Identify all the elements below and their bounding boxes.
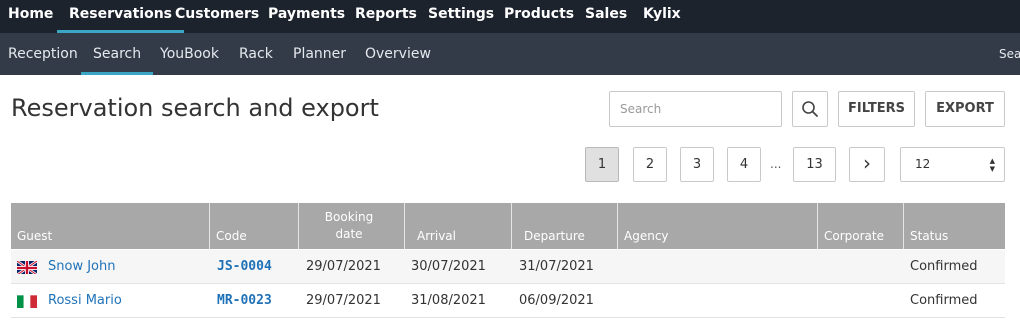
- column-header-status[interactable]: Status: [904, 203, 1005, 249]
- page-title: Reservation search and export: [11, 94, 379, 122]
- nav-item-reports[interactable]: Reports: [355, 0, 417, 33]
- column-header-booking-date[interactable]: Booking date: [299, 203, 405, 249]
- column-header-departure[interactable]: Departure: [512, 203, 618, 249]
- italy-flag-icon: [17, 294, 37, 308]
- sub-nav: Reception Search YouBook Rack Planner Ov…: [0, 33, 1020, 75]
- arrival-cell: 30/07/2021: [411, 259, 486, 274]
- search-icon: [802, 101, 818, 117]
- next-page-button[interactable]: ›: [849, 147, 885, 182]
- nav-item-payments[interactable]: Payments: [268, 0, 345, 33]
- select-arrows-icon: ▲ ▼: [989, 157, 995, 173]
- reservation-code-link[interactable]: MR-0023: [217, 284, 272, 318]
- arrival-cell: 31/08/2021: [411, 293, 486, 308]
- table-row[interactable]: Snow John JS-0004 29/07/2021 30/07/2021 …: [11, 250, 1005, 284]
- page-button-4[interactable]: 4: [727, 147, 761, 182]
- column-header-corporate[interactable]: Corporate: [818, 203, 904, 249]
- page-button-last[interactable]: 13: [793, 147, 836, 182]
- status-cell: Confirmed: [910, 259, 978, 274]
- nav-item-home[interactable]: Home: [8, 0, 53, 33]
- export-button[interactable]: EXPORT: [925, 91, 1005, 127]
- departure-cell: 06/09/2021: [519, 293, 594, 308]
- nav-item-sales[interactable]: Sales: [585, 0, 627, 33]
- page-button-3[interactable]: 3: [680, 147, 714, 182]
- subnav-search-label[interactable]: Sea: [999, 33, 1020, 75]
- subnav-item-reception[interactable]: Reception: [8, 33, 78, 75]
- uk-flag-icon: [17, 260, 37, 274]
- page-size-value: 12: [915, 157, 931, 171]
- pagination-ellipsis: ...: [770, 157, 782, 171]
- chevron-right-icon: ›: [863, 151, 871, 175]
- subnav-item-search[interactable]: Search: [80, 33, 154, 75]
- subnav-item-youbook[interactable]: YouBook: [160, 33, 219, 75]
- guest-link[interactable]: Snow John: [48, 250, 115, 284]
- subnav-item-rack[interactable]: Rack: [239, 33, 273, 75]
- page-button-2[interactable]: 2: [633, 147, 667, 182]
- departure-cell: 31/07/2021: [519, 259, 594, 274]
- guest-link[interactable]: Rossi Mario: [48, 284, 122, 318]
- column-header-code[interactable]: Code: [210, 203, 299, 249]
- column-header-agency[interactable]: Agency: [618, 203, 818, 249]
- search-button[interactable]: [792, 91, 828, 127]
- page-size-select[interactable]: 12 ▲ ▼: [900, 147, 1005, 182]
- booking-date-cell: 29/07/2021: [306, 259, 381, 274]
- subnav-item-overview[interactable]: Overview: [365, 33, 431, 75]
- nav-item-kylix[interactable]: Kylix: [643, 0, 681, 33]
- nav-item-customers[interactable]: Customers: [175, 0, 259, 33]
- status-cell: Confirmed: [910, 293, 978, 308]
- search-input[interactable]: [609, 91, 782, 127]
- column-header-arrival[interactable]: Arrival: [405, 203, 512, 249]
- nav-item-reservations[interactable]: Reservations: [57, 0, 184, 33]
- table-header: Guest Code Booking date Arrival Departur…: [11, 203, 1005, 249]
- nav-item-settings[interactable]: Settings: [428, 0, 494, 33]
- booking-date-cell: 29/07/2021: [306, 293, 381, 308]
- column-header-guest[interactable]: Guest: [11, 203, 210, 249]
- page-button-1[interactable]: 1: [585, 147, 619, 182]
- main-nav: Home Reservations Customers Payments Rep…: [0, 0, 1020, 33]
- filters-button[interactable]: FILTERS: [838, 91, 915, 127]
- reservation-code-link[interactable]: JS-0004: [217, 250, 272, 284]
- table-row[interactable]: Rossi Mario MR-0023 29/07/2021 31/08/202…: [11, 284, 1005, 318]
- nav-item-products[interactable]: Products: [504, 0, 574, 33]
- subnav-item-planner[interactable]: Planner: [293, 33, 346, 75]
